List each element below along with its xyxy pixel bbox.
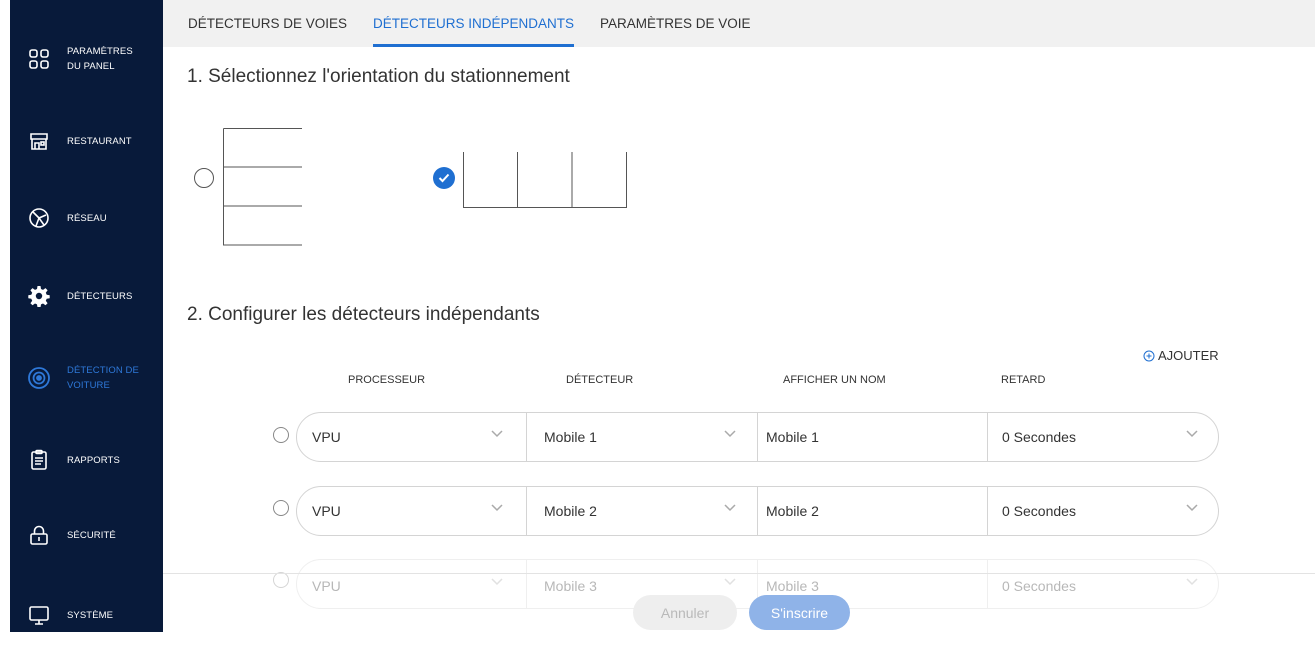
radar-icon [27,366,51,390]
processor-select[interactable]: VPU [297,560,526,608]
column-header-display-name: AFFICHER UN NOM [783,374,886,386]
horizontal-parking-diagram [223,128,302,246]
footer-divider [163,573,1315,574]
column-header-processor: PROCESSEUR [348,374,426,386]
processor-select[interactable]: VPU [297,413,526,461]
chevron-down-icon [724,578,736,586]
storefront-icon [27,129,51,153]
sidebar-item-system[interactable]: SYSTÈME [10,585,163,645]
lock-icon [27,523,51,547]
plus-circle-icon [1143,350,1155,361]
sidebar-item-label: DÉTECTEURS [67,290,133,302]
gear-icon [27,284,51,308]
sidebar-item-security[interactable]: SÉCURITÉ [10,505,163,565]
processor-select[interactable]: VPU [297,487,526,535]
chevron-down-icon [1186,578,1198,586]
add-button[interactable]: AJOUTER [1143,348,1219,363]
tab-lane-detectors[interactable]: DÉTECTEURS DE VOIES [188,16,347,47]
tab-independent-detectors[interactable]: DÉTECTEURS INDÉPENDANTS [373,16,575,47]
add-label: AJOUTER [1158,348,1219,363]
cancel-button[interactable]: Annuler [633,595,737,630]
section-title-orientation: 1. Sélectionnez l'orientation du station… [187,66,570,87]
detector-select[interactable]: Mobile 2 [526,487,757,535]
row-select-radio[interactable] [273,572,289,588]
sidebar-item-label: PARAMÈTRES DU PANEL [67,46,133,72]
chevron-down-icon [1186,430,1198,438]
tab-lane-settings[interactable]: PARAMÈTRES DE VOIE [600,16,751,47]
sidebar-item-network[interactable]: RÉSEAU [10,188,163,248]
sidebar-item-label: DÉTECTION DE VOITURE [67,365,139,391]
sidebar-item-reports[interactable]: RAPPORTS [10,430,163,490]
sidebar-item-panel-settings[interactable]: PARAMÈTRES DU PANEL [10,29,163,89]
delay-select[interactable]: 0 Secondes [987,487,1218,535]
chevron-down-icon [724,504,736,512]
display-name-input[interactable]: Mobile 2 [757,487,987,535]
clipboard-icon [27,448,51,472]
sidebar-item-restaurant[interactable]: RESTAURANT [10,111,163,171]
chevron-down-icon [1186,504,1198,512]
chevron-down-icon [491,504,503,512]
sidebar-item-car-detection[interactable]: DÉTECTION DE VOITURE [10,348,163,408]
checkmark-icon [438,173,450,183]
delay-select[interactable]: 0 Secondes [987,413,1218,461]
sidebar-item-detectors[interactable]: DÉTECTEURS [10,266,163,326]
row-select-radio[interactable] [273,500,289,516]
tab-bar: DÉTECTEURS DE VOIES DÉTECTEURS INDÉPENDA… [163,0,1315,47]
sidebar-item-label: RÉSEAU [67,212,107,224]
table-row: VPU Mobile 1 Mobile 1 0 Secondes [296,412,1219,462]
detector-select[interactable]: Mobile 1 [526,413,757,461]
section-title-configure: 2. Configurer les détecteurs indépendant… [187,304,540,325]
submit-button[interactable]: S'inscrire [749,595,850,630]
display-name-input[interactable]: Mobile 1 [757,413,987,461]
column-header-detector: DÉTECTEUR [566,374,634,386]
table-row: VPU Mobile 2 Mobile 2 0 Secondes [296,486,1219,536]
grid-icon [27,47,51,71]
sidebar-item-label: SÉCURITÉ [67,529,116,541]
chevron-down-icon [491,430,503,438]
vertical-parking-diagram [463,152,627,208]
orientation-vertical-check[interactable] [433,167,455,189]
orientation-horizontal-radio[interactable] [194,168,214,188]
network-globe-icon [27,206,51,230]
sidebar-item-label: RAPPORTS [67,454,120,466]
monitor-icon [27,603,51,627]
chevron-down-icon [724,430,736,438]
column-header-delay: RETARD [1001,374,1046,386]
sidebar-item-label: SYSTÈME [67,609,114,621]
delay-select[interactable]: 0 Secondes [987,560,1218,608]
sidebar: PARAMÈTRES DU PANEL RESTAURANT RÉSEAU DÉT… [10,0,163,632]
sidebar-item-label: RESTAURANT [67,135,132,147]
chevron-down-icon [491,578,503,586]
row-select-radio[interactable] [273,427,289,443]
